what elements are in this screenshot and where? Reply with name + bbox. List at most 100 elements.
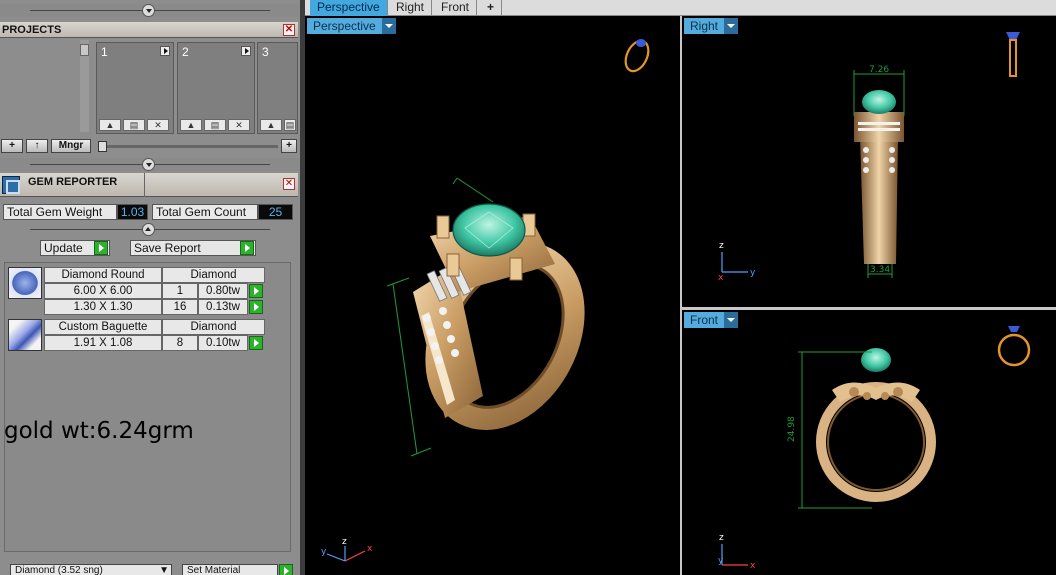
save-icon[interactable]: ▤ xyxy=(284,119,296,131)
move-up-button[interactable]: ↑ xyxy=(26,139,48,153)
close-icon[interactable]: ✕ xyxy=(283,24,295,36)
dimension-side: 24.98 xyxy=(787,416,797,442)
svg-text:x: x xyxy=(718,273,724,283)
svg-text:z: z xyxy=(719,241,724,251)
tab-front[interactable]: Front xyxy=(434,0,478,16)
perspective-ring-model: z x y xyxy=(321,39,650,562)
chevron-down-icon: ▼ xyxy=(159,565,169,575)
gem-weight: 0.80tw xyxy=(198,283,248,299)
slider-handle[interactable] xyxy=(98,141,107,152)
delete-icon[interactable]: ✕ xyxy=(228,119,250,131)
panel-splitter-top[interactable] xyxy=(0,4,300,17)
svg-text:y: y xyxy=(750,268,756,278)
zoom-in-button[interactable]: + xyxy=(281,139,297,153)
projects-slider[interactable] xyxy=(98,141,278,152)
select-gem-icon[interactable] xyxy=(249,300,263,314)
update-button[interactable]: Update xyxy=(40,240,110,256)
panel-splitter-gem[interactable] xyxy=(0,223,300,236)
set-material-label: Set Material xyxy=(187,565,241,575)
upload-icon[interactable]: ▲ xyxy=(99,119,121,131)
projects-title: PROJECTS xyxy=(2,24,62,36)
projects-scrollbar[interactable] xyxy=(80,40,89,132)
gem-weight: 0.10tw xyxy=(198,335,248,351)
gem-material: Diamond xyxy=(162,267,265,283)
gem-dims: 6.00 X 6.00 xyxy=(44,283,162,299)
save-report-label: Save Report xyxy=(134,241,201,255)
upload-icon[interactable]: ▲ xyxy=(180,119,202,131)
gem-count: 8 xyxy=(162,335,198,351)
right-viewport[interactable]: 7.26 3.34 z y x Right xyxy=(682,16,1056,307)
panel-splitter-mid[interactable] xyxy=(0,158,300,171)
material-select[interactable]: Diamond (3.52 sng) ▼ xyxy=(10,564,172,575)
gem-count: 16 xyxy=(162,299,198,315)
dimension-top: 7.26 xyxy=(869,65,889,75)
perspective-label-text: Perspective xyxy=(313,19,376,33)
dimension-bottom: 3.34 xyxy=(870,265,890,275)
gem-dims: 1.30 X 1.30 xyxy=(44,299,162,315)
material-select-value: Diamond (3.52 sng) xyxy=(15,565,103,575)
total-gem-weight-value: 1.03 xyxy=(117,204,148,220)
projects-header: PROJECTS ✕ xyxy=(0,22,298,38)
set-material-button[interactable]: Set Material xyxy=(182,564,293,575)
gold-weight-note: gold wt:6.24grm xyxy=(4,418,194,444)
gem-weight: 0.13tw xyxy=(198,299,248,315)
select-gem-icon[interactable] xyxy=(249,336,263,350)
project-slot[interactable]: 1 ▲ ▤ ✕ xyxy=(96,42,174,134)
project-slot[interactable]: 2 ▲ ▤ ✕ xyxy=(177,42,255,134)
chevron-down-icon[interactable] xyxy=(724,18,739,34)
update-label: Update xyxy=(44,241,83,255)
add-project-button[interactable]: + xyxy=(1,139,23,153)
play-icon[interactable] xyxy=(240,241,254,255)
add-tab-button[interactable]: + xyxy=(480,0,503,16)
select-gem-icon[interactable] xyxy=(249,284,263,298)
project-slot[interactable]: 3 ▲ ▤ xyxy=(257,42,298,134)
collapse-chevron-icon[interactable] xyxy=(142,4,155,17)
svg-text:z: z xyxy=(342,537,347,547)
front-ring-model: 24.98 z x y xyxy=(718,326,1031,571)
manager-button[interactable]: Mngr xyxy=(51,139,91,153)
gem-count: 1 xyxy=(162,283,198,299)
view-tabs: Perspective Right Front + xyxy=(305,0,1056,16)
close-icon[interactable]: ✕ xyxy=(283,178,295,190)
save-icon[interactable]: ▤ xyxy=(123,119,145,131)
gem-reporter-header: GEM REPORTER ✕ xyxy=(0,173,298,197)
right-view-label[interactable]: Right xyxy=(684,18,739,34)
project-slot-number: 3 xyxy=(262,45,269,59)
svg-text:y: y xyxy=(321,547,327,557)
chevron-down-icon[interactable] xyxy=(724,312,739,328)
right-label-text: Right xyxy=(690,19,719,33)
projects-list: 1 ▲ ▤ ✕ 2 ▲ ▤ ✕ 3 ▲ ▤ xyxy=(0,38,298,134)
total-gem-weight-label: Total Gem Weight xyxy=(3,204,117,220)
collapse-chevron-icon[interactable] xyxy=(142,158,155,171)
delete-icon[interactable]: ✕ xyxy=(147,119,169,131)
perspective-viewport[interactable]: z x y Perspective xyxy=(305,16,680,575)
save-report-button[interactable]: Save Report xyxy=(130,240,256,256)
project-slot-number: 2 xyxy=(182,45,189,59)
play-icon[interactable] xyxy=(279,564,293,575)
perspective-view-label[interactable]: Perspective xyxy=(307,18,396,34)
scroll-thumb[interactable] xyxy=(80,44,89,56)
baguette-diamond-icon xyxy=(8,319,42,351)
tab-perspective[interactable]: Perspective xyxy=(310,0,388,16)
gem-reporter-title: GEM REPORTER xyxy=(28,176,118,188)
expand-chevron-icon[interactable] xyxy=(142,223,155,236)
chevron-down-icon[interactable] xyxy=(381,18,396,34)
gem-list: Diamond Round Diamond 6.00 X 6.00 1 0.80… xyxy=(4,262,291,552)
play-icon[interactable] xyxy=(94,241,108,255)
svg-text:x: x xyxy=(750,561,756,571)
front-view-label[interactable]: Front xyxy=(684,312,739,328)
tab-right[interactable]: Right xyxy=(389,0,433,16)
svg-text:x: x xyxy=(367,544,373,554)
front-label-text: Front xyxy=(690,313,719,327)
save-icon[interactable]: ▤ xyxy=(204,119,226,131)
play-icon[interactable] xyxy=(241,46,251,56)
upload-icon[interactable]: ▲ xyxy=(260,119,282,131)
round-diamond-icon xyxy=(8,267,42,299)
play-icon[interactable] xyxy=(160,46,170,56)
right-ring-model: 7.26 3.34 z y x xyxy=(718,32,1020,283)
total-gem-count-label: Total Gem Count xyxy=(152,204,258,220)
svg-text:z: z xyxy=(719,533,724,543)
svg-text:y: y xyxy=(718,556,724,566)
front-viewport[interactable]: 24.98 z x y Front xyxy=(682,310,1056,575)
gem-dims: 1.91 X 1.08 xyxy=(44,335,162,351)
